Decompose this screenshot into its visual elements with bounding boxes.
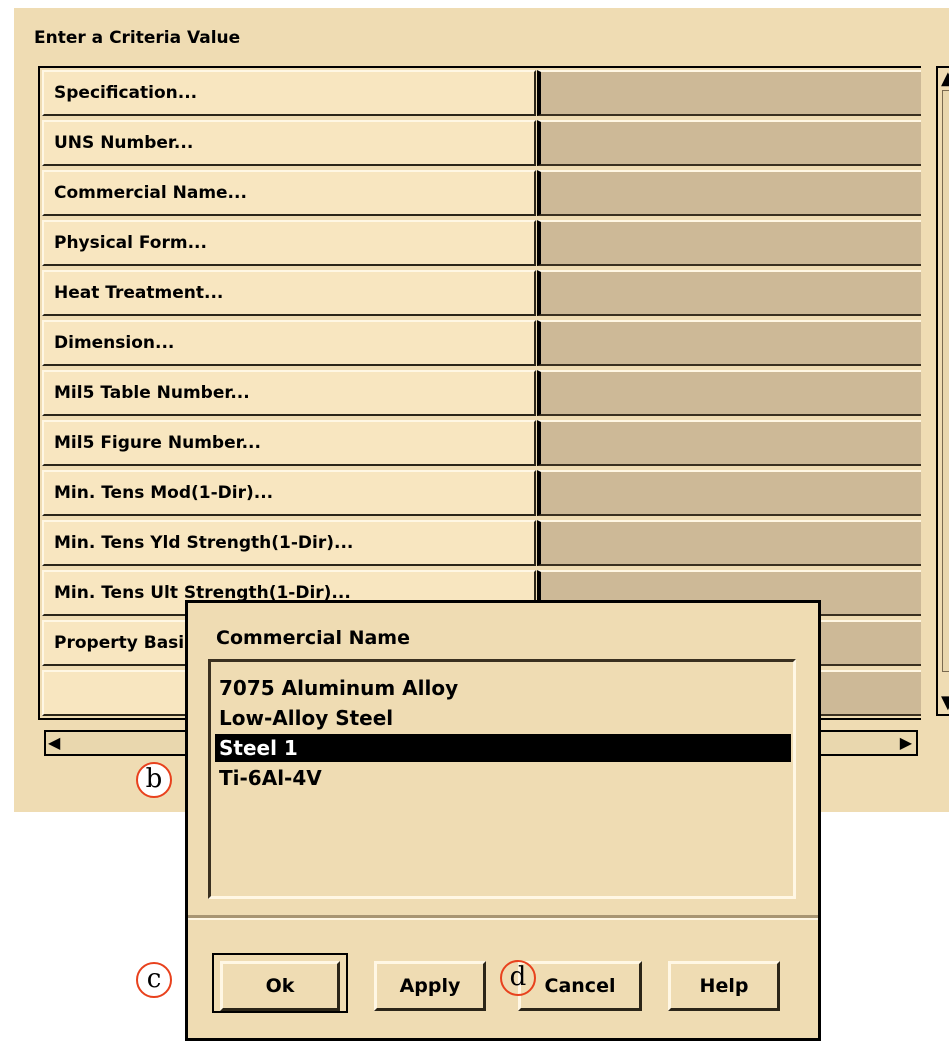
criteria-value-field[interactable]	[537, 70, 921, 116]
cancel-button[interactable]: Cancel	[518, 961, 642, 1011]
criteria-value-field[interactable]	[537, 320, 921, 366]
criteria-row: Commercial Name...	[40, 168, 921, 220]
list-item[interactable]: 7075 Aluminum Alloy	[215, 674, 791, 702]
criteria-label-button[interactable]: Mil5 Figure Number...	[42, 420, 536, 466]
criteria-value-field[interactable]	[537, 420, 921, 466]
criteria-label-button[interactable]: Min. Tens Mod(1-Dir)...	[42, 470, 536, 516]
scroll-track[interactable]	[942, 90, 949, 672]
criteria-label-button[interactable]: UNS Number...	[42, 120, 536, 166]
criteria-value-field[interactable]	[537, 270, 921, 316]
criteria-label-button[interactable]: Mil5 Table Number...	[42, 370, 536, 416]
list-item-selected[interactable]: Steel 1	[215, 734, 791, 762]
criteria-row: Physical Form...	[40, 218, 921, 270]
criteria-value-field[interactable]	[537, 170, 921, 216]
ok-button[interactable]: Ok	[220, 961, 340, 1011]
callout-d: d	[500, 960, 536, 996]
commercial-name-list[interactable]: 7075 Aluminum Alloy Low-Alloy Steel Stee…	[208, 659, 796, 899]
dialog-separator	[188, 915, 818, 920]
scroll-up-arrow-icon[interactable]: ▲	[941, 70, 949, 88]
criteria-label-button[interactable]: Specification...	[42, 70, 536, 116]
criteria-row: UNS Number...	[40, 118, 921, 170]
criteria-value-field[interactable]	[537, 520, 921, 566]
criteria-row: Dimension...	[40, 318, 921, 370]
criteria-value-field[interactable]	[537, 370, 921, 416]
criteria-row: Specification...	[40, 68, 921, 120]
criteria-label-button[interactable]: Min. Tens Yld Strength(1-Dir)...	[42, 520, 536, 566]
panel-title: Enter a Criteria Value	[34, 28, 241, 48]
criteria-label-button[interactable]: Commercial Name...	[42, 170, 536, 216]
criteria-value-field[interactable]	[537, 470, 921, 516]
apply-button[interactable]: Apply	[374, 961, 486, 1011]
criteria-label-button[interactable]: Physical Form...	[42, 220, 536, 266]
criteria-row: Min. Tens Yld Strength(1-Dir)...	[40, 518, 921, 570]
scroll-left-arrow-icon[interactable]: ◀	[48, 732, 60, 754]
criteria-value-field[interactable]	[537, 120, 921, 166]
criteria-label-button[interactable]: Dimension...	[42, 320, 536, 366]
criteria-row: Mil5 Figure Number...	[40, 418, 921, 470]
criteria-row: Min. Tens Mod(1-Dir)...	[40, 468, 921, 520]
criteria-value-field[interactable]	[537, 220, 921, 266]
scroll-down-arrow-icon[interactable]: ▼	[941, 694, 949, 712]
list-item[interactable]: Low-Alloy Steel	[215, 704, 791, 732]
list-item[interactable]: Ti-6Al-4V	[215, 764, 791, 792]
criteria-label-button[interactable]: Heat Treatment...	[42, 270, 536, 316]
help-button[interactable]: Help	[668, 961, 780, 1011]
criteria-row: Heat Treatment...	[40, 268, 921, 320]
dialog-title: Commercial Name	[216, 627, 410, 649]
scroll-right-arrow-icon[interactable]: ▶	[900, 732, 912, 754]
callout-c: c	[136, 962, 172, 998]
criteria-row: Mil5 Table Number...	[40, 368, 921, 420]
vertical-scrollbar[interactable]: ▲ ▼	[936, 66, 949, 716]
callout-b: b	[136, 762, 172, 798]
